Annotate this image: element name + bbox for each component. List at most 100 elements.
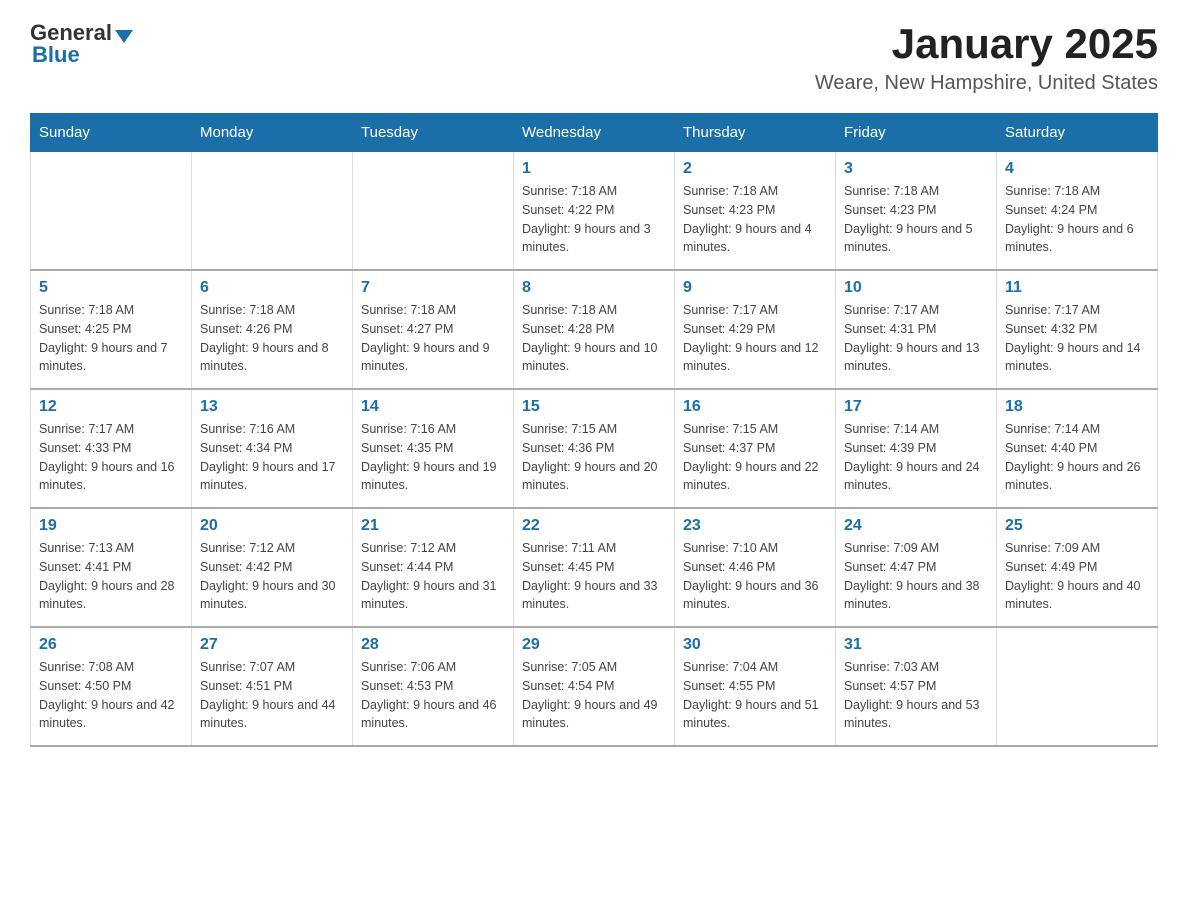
calendar-cell: 8 Sunrise: 7:18 AM Sunset: 4:28 PM Daylig… [514,270,675,389]
day-number: 12 [39,398,183,416]
day-number: 1 [522,160,666,178]
day-info: Sunrise: 7:09 AM Sunset: 4:47 PM Dayligh… [844,539,988,614]
day-number: 29 [522,636,666,654]
page-title: January 2025 [815,20,1158,68]
day-info: Sunrise: 7:15 AM Sunset: 4:37 PM Dayligh… [683,420,827,495]
day-info: Sunrise: 7:17 AM Sunset: 4:32 PM Dayligh… [1005,301,1149,376]
calendar-cell: 16 Sunrise: 7:15 AM Sunset: 4:37 PM Dayli… [675,389,836,508]
day-number: 18 [1005,398,1149,416]
day-info: Sunrise: 7:05 AM Sunset: 4:54 PM Dayligh… [522,658,666,733]
day-number: 24 [844,517,988,535]
calendar-day-header: Tuesday [353,114,514,152]
day-number: 20 [200,517,344,535]
day-number: 9 [683,279,827,297]
calendar-cell [353,152,514,271]
day-number: 19 [39,517,183,535]
calendar-day-header: Monday [192,114,353,152]
day-number: 10 [844,279,988,297]
calendar-cell: 27 Sunrise: 7:07 AM Sunset: 4:51 PM Dayli… [192,627,353,746]
calendar-week-row: 19 Sunrise: 7:13 AM Sunset: 4:41 PM Dayli… [31,508,1158,627]
day-info: Sunrise: 7:18 AM Sunset: 4:27 PM Dayligh… [361,301,505,376]
logo-blue-text: Blue [32,42,80,68]
day-info: Sunrise: 7:16 AM Sunset: 4:34 PM Dayligh… [200,420,344,495]
day-number: 4 [1005,160,1149,178]
day-number: 28 [361,636,505,654]
day-info: Sunrise: 7:09 AM Sunset: 4:49 PM Dayligh… [1005,539,1149,614]
day-number: 22 [522,517,666,535]
day-info: Sunrise: 7:18 AM Sunset: 4:23 PM Dayligh… [844,182,988,257]
calendar-cell: 25Sunrise: 7:09 AM Sunset: 4:49 PM Dayli… [997,508,1158,627]
day-number: 8 [522,279,666,297]
calendar-header-row: SundayMondayTuesdayWednesdayThursdayFrid… [31,114,1158,152]
calendar-cell: 23 Sunrise: 7:10 AM Sunset: 4:46 PM Dayli… [675,508,836,627]
logo: General Blue [30,20,133,68]
day-number: 16 [683,398,827,416]
day-info: Sunrise: 7:18 AM Sunset: 4:26 PM Dayligh… [200,301,344,376]
day-number: 31 [844,636,988,654]
day-info: Sunrise: 7:17 AM Sunset: 4:33 PM Dayligh… [39,420,183,495]
calendar-cell: 18 Sunrise: 7:14 AM Sunset: 4:40 PM Dayli… [997,389,1158,508]
calendar-cell: 29 Sunrise: 7:05 AM Sunset: 4:54 PM Dayli… [514,627,675,746]
calendar-cell: 24 Sunrise: 7:09 AM Sunset: 4:47 PM Dayli… [836,508,997,627]
day-info: Sunrise: 7:11 AM Sunset: 4:45 PM Dayligh… [522,539,666,614]
day-info: Sunrise: 7:17 AM Sunset: 4:29 PM Dayligh… [683,301,827,376]
day-number: 23 [683,517,827,535]
day-info: Sunrise: 7:12 AM Sunset: 4:44 PM Dayligh… [361,539,505,614]
day-number: 2 [683,160,827,178]
day-info: Sunrise: 7:18 AM Sunset: 4:22 PM Dayligh… [522,182,666,257]
calendar-cell: 5Sunrise: 7:18 AM Sunset: 4:25 PM Daylig… [31,270,192,389]
day-info: Sunrise: 7:18 AM Sunset: 4:23 PM Dayligh… [683,182,827,257]
day-info: Sunrise: 7:15 AM Sunset: 4:36 PM Dayligh… [522,420,666,495]
day-info: Sunrise: 7:13 AM Sunset: 4:41 PM Dayligh… [39,539,183,614]
day-number: 27 [200,636,344,654]
calendar-cell: 9 Sunrise: 7:17 AM Sunset: 4:29 PM Daylig… [675,270,836,389]
calendar-cell: 15 Sunrise: 7:15 AM Sunset: 4:36 PM Dayli… [514,389,675,508]
day-info: Sunrise: 7:17 AM Sunset: 4:31 PM Dayligh… [844,301,988,376]
calendar-cell: 17Sunrise: 7:14 AM Sunset: 4:39 PM Dayli… [836,389,997,508]
calendar-cell: 26 Sunrise: 7:08 AM Sunset: 4:50 PM Dayli… [31,627,192,746]
calendar-cell: 7 Sunrise: 7:18 AM Sunset: 4:27 PM Daylig… [353,270,514,389]
day-number: 5 [39,279,183,297]
day-number: 21 [361,517,505,535]
calendar-cell: 10 Sunrise: 7:17 AM Sunset: 4:31 PM Dayli… [836,270,997,389]
calendar-cell: 2 Sunrise: 7:18 AM Sunset: 4:23 PM Daylig… [675,152,836,271]
calendar-cell: 31 Sunrise: 7:03 AM Sunset: 4:57 PM Dayli… [836,627,997,746]
calendar-cell: 19 Sunrise: 7:13 AM Sunset: 4:41 PM Dayli… [31,508,192,627]
day-number: 30 [683,636,827,654]
page-subtitle: Weare, New Hampshire, United States [815,72,1158,95]
day-number: 13 [200,398,344,416]
calendar-cell [997,627,1158,746]
day-info: Sunrise: 7:04 AM Sunset: 4:55 PM Dayligh… [683,658,827,733]
calendar-day-header: Saturday [997,114,1158,152]
calendar-day-header: Thursday [675,114,836,152]
day-info: Sunrise: 7:07 AM Sunset: 4:51 PM Dayligh… [200,658,344,733]
calendar-cell: 14Sunrise: 7:16 AM Sunset: 4:35 PM Dayli… [353,389,514,508]
calendar-day-header: Wednesday [514,114,675,152]
day-info: Sunrise: 7:10 AM Sunset: 4:46 PM Dayligh… [683,539,827,614]
calendar-cell: 22 Sunrise: 7:11 AM Sunset: 4:45 PM Dayli… [514,508,675,627]
day-info: Sunrise: 7:03 AM Sunset: 4:57 PM Dayligh… [844,658,988,733]
calendar-cell [31,152,192,271]
calendar-table: SundayMondayTuesdayWednesdayThursdayFrid… [30,113,1158,747]
title-area: January 2025 Weare, New Hampshire, Unite… [815,20,1158,95]
day-info: Sunrise: 7:18 AM Sunset: 4:28 PM Dayligh… [522,301,666,376]
day-info: Sunrise: 7:08 AM Sunset: 4:50 PM Dayligh… [39,658,183,733]
day-info: Sunrise: 7:12 AM Sunset: 4:42 PM Dayligh… [200,539,344,614]
calendar-cell: 4 Sunrise: 7:18 AM Sunset: 4:24 PM Daylig… [997,152,1158,271]
calendar-cell: 6 Sunrise: 7:18 AM Sunset: 4:26 PM Daylig… [192,270,353,389]
calendar-cell: 3 Sunrise: 7:18 AM Sunset: 4:23 PM Daylig… [836,152,997,271]
day-number: 15 [522,398,666,416]
calendar-cell: 11Sunrise: 7:17 AM Sunset: 4:32 PM Dayli… [997,270,1158,389]
day-info: Sunrise: 7:18 AM Sunset: 4:24 PM Dayligh… [1005,182,1149,257]
calendar-week-row: 26 Sunrise: 7:08 AM Sunset: 4:50 PM Dayli… [31,627,1158,746]
day-number: 6 [200,279,344,297]
day-number: 14 [361,398,505,416]
calendar-cell: 1 Sunrise: 7:18 AM Sunset: 4:22 PM Daylig… [514,152,675,271]
calendar-cell: 20 Sunrise: 7:12 AM Sunset: 4:42 PM Dayli… [192,508,353,627]
day-number: 3 [844,160,988,178]
day-number: 26 [39,636,183,654]
calendar-cell: 13 Sunrise: 7:16 AM Sunset: 4:34 PM Dayli… [192,389,353,508]
day-info: Sunrise: 7:14 AM Sunset: 4:40 PM Dayligh… [1005,420,1149,495]
day-number: 7 [361,279,505,297]
calendar-cell [192,152,353,271]
